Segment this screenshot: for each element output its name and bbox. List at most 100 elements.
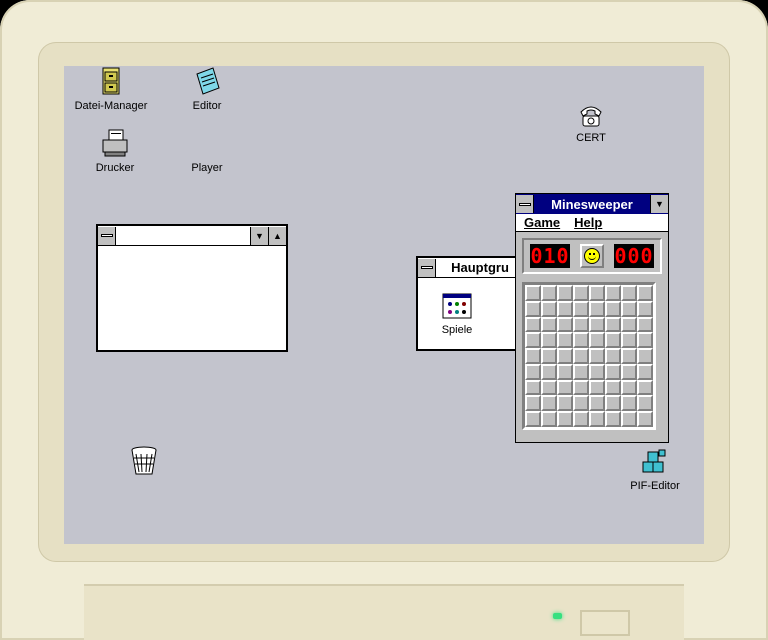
desktop-icon-cert[interactable]: CERT: [546, 98, 636, 145]
mine-cell[interactable]: [541, 411, 557, 427]
mine-cell[interactable]: [525, 363, 541, 380]
mine-cell[interactable]: [573, 316, 589, 333]
mine-cell[interactable]: [525, 348, 541, 364]
mine-cell[interactable]: [541, 363, 557, 380]
mine-cell[interactable]: [637, 316, 653, 333]
mine-cell[interactable]: [589, 363, 605, 380]
mine-cell[interactable]: [589, 285, 605, 301]
mine-cell[interactable]: [637, 332, 653, 349]
blank-window[interactable]: ▼ ▲: [96, 224, 288, 352]
cubes-icon: [639, 446, 671, 478]
mine-cell[interactable]: [605, 285, 621, 301]
mine-cell[interactable]: [573, 300, 589, 317]
maximize-button[interactable]: ▲: [268, 226, 286, 245]
mine-cell[interactable]: [525, 300, 541, 317]
mine-cell[interactable]: [637, 285, 653, 301]
mine-cell[interactable]: [637, 363, 653, 380]
icon-label: Editor: [192, 100, 222, 112]
mine-cell[interactable]: [589, 300, 605, 317]
desktop-icon-editor[interactable]: Editor: [162, 66, 252, 113]
mine-cell[interactable]: [557, 300, 573, 317]
mine-cell[interactable]: [621, 363, 637, 380]
mine-cell[interactable]: [557, 411, 573, 427]
mine-cell[interactable]: [525, 285, 541, 301]
mine-cell[interactable]: [621, 300, 637, 317]
mine-cell[interactable]: [589, 395, 605, 412]
mine-cell[interactable]: [605, 300, 621, 317]
menu-game[interactable]: Game: [524, 215, 560, 230]
minesweeper-window[interactable]: Minesweeper ▼ Game Help 010 000: [515, 193, 669, 443]
mine-cell[interactable]: [557, 363, 573, 380]
mine-cell[interactable]: [605, 379, 621, 396]
mine-cell[interactable]: [621, 395, 637, 412]
mine-cell[interactable]: [637, 300, 653, 317]
mine-cell[interactable]: [573, 411, 589, 427]
system-menu-button[interactable]: [516, 195, 534, 213]
status-panel: 010 000: [522, 238, 662, 274]
mine-cell[interactable]: [525, 395, 541, 412]
mine-cell[interactable]: [605, 411, 621, 427]
mine-cell[interactable]: [541, 332, 557, 349]
mine-cell[interactable]: [605, 332, 621, 349]
mine-cell[interactable]: [573, 285, 589, 301]
mine-cell[interactable]: [621, 332, 637, 349]
mine-cell[interactable]: [621, 379, 637, 396]
minimize-button[interactable]: ▼: [650, 195, 668, 213]
mine-cell[interactable]: [589, 332, 605, 349]
desktop-icon-player[interactable]: Player: [162, 128, 252, 175]
mine-cell[interactable]: [589, 379, 605, 396]
mine-cell[interactable]: [573, 363, 589, 380]
mine-cell[interactable]: [589, 316, 605, 333]
mine-cell[interactable]: [573, 332, 589, 349]
blank-window-titlebar[interactable]: ▼ ▲: [98, 226, 286, 246]
mine-cell[interactable]: [621, 348, 637, 364]
desktop-icon-trash[interactable]: [99, 444, 189, 478]
minesweeper-titlebar[interactable]: Minesweeper ▼: [516, 194, 668, 214]
mine-cell[interactable]: [637, 379, 653, 396]
mine-cell[interactable]: [557, 285, 573, 301]
mine-cell[interactable]: [605, 363, 621, 380]
smiley-face-button[interactable]: [580, 244, 604, 268]
mine-cell[interactable]: [637, 348, 653, 364]
icon-label: Datei-Manager: [74, 100, 148, 112]
hauptgruppe-window[interactable]: Hauptgru Spiele: [416, 256, 526, 351]
system-menu-button[interactable]: [418, 258, 436, 277]
mine-cell[interactable]: [573, 395, 589, 412]
mine-cell[interactable]: [541, 379, 557, 396]
mine-cell[interactable]: [589, 411, 605, 427]
mine-cell[interactable]: [557, 332, 573, 349]
mine-cell[interactable]: [525, 316, 541, 333]
hauptgruppe-titlebar[interactable]: Hauptgru: [418, 258, 524, 278]
mine-cell[interactable]: [541, 316, 557, 333]
mine-cell[interactable]: [589, 348, 605, 364]
mine-cell[interactable]: [573, 379, 589, 396]
mine-cell[interactable]: [557, 379, 573, 396]
notepad-icon: [191, 66, 223, 98]
mine-cell[interactable]: [605, 316, 621, 333]
mine-cell[interactable]: [557, 348, 573, 364]
mine-cell[interactable]: [573, 348, 589, 364]
mine-cell[interactable]: [541, 395, 557, 412]
system-menu-button[interactable]: [98, 226, 116, 245]
group-icon-spiele[interactable]: Spiele: [402, 290, 512, 337]
mine-cell[interactable]: [557, 395, 573, 412]
mine-cell[interactable]: [605, 395, 621, 412]
mine-cell[interactable]: [541, 348, 557, 364]
mine-cell[interactable]: [541, 285, 557, 301]
mine-cell[interactable]: [637, 395, 653, 412]
mine-cell[interactable]: [557, 316, 573, 333]
menu-help[interactable]: Help: [574, 215, 602, 230]
desktop-icon-pif-editor[interactable]: PIF-Editor: [610, 446, 700, 493]
mine-cell[interactable]: [541, 300, 557, 317]
mine-cell[interactable]: [525, 411, 541, 427]
mine-cell[interactable]: [525, 332, 541, 349]
mine-cell[interactable]: [637, 411, 653, 427]
desktop-icon-datei-manager[interactable]: Datei-Manager: [66, 66, 156, 113]
mine-cell[interactable]: [525, 379, 541, 396]
mine-cell[interactable]: [621, 316, 637, 333]
mine-cell[interactable]: [621, 285, 637, 301]
mine-cell[interactable]: [621, 411, 637, 427]
minimize-button[interactable]: ▼: [250, 226, 268, 245]
mine-cell[interactable]: [605, 348, 621, 364]
desktop-icon-drucker[interactable]: Drucker: [70, 128, 160, 175]
